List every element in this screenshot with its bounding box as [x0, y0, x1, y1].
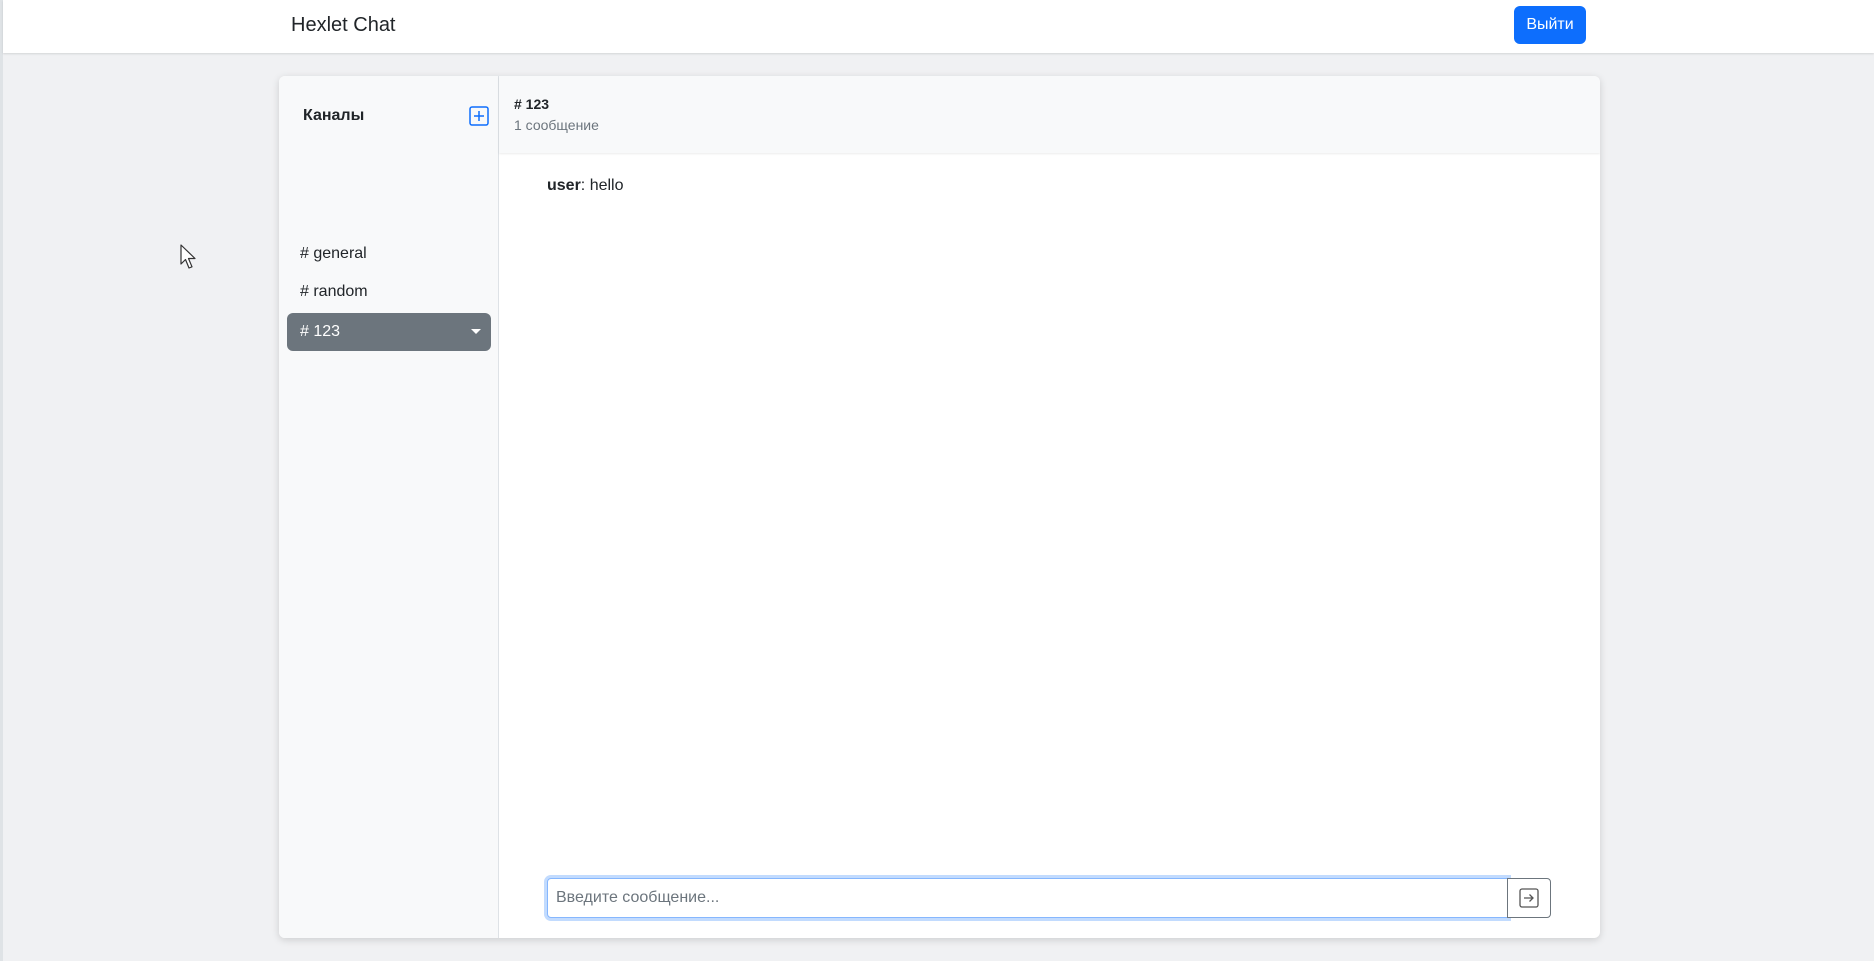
message-author: user — [547, 177, 581, 194]
message-separator: : — [580, 177, 590, 194]
message-input[interactable] — [547, 878, 1508, 918]
arrow-right-square-icon — [1519, 888, 1539, 908]
plus-square-icon — [469, 106, 489, 126]
channels-title: Каналы — [303, 107, 365, 124]
message-text: hello — [589, 177, 624, 194]
top-navbar: Hexlet Chat Выйти — [3, 0, 1874, 53]
add-channel-button[interactable] — [469, 106, 489, 126]
channel-label: # 123 — [300, 323, 341, 340]
current-channel-name: # 123 — [514, 96, 550, 112]
message-form — [547, 878, 1551, 918]
channel-label: # random — [300, 283, 368, 300]
channels-sidebar: Каналы # general # random # 123 — [279, 76, 499, 938]
chat-main: # 123 1 сообщение user: hello — [499, 76, 1600, 938]
brand-link[interactable]: Hexlet Chat — [291, 14, 396, 37]
message-item: user: hello — [547, 177, 624, 195]
mouse-pointer-icon — [180, 244, 196, 269]
chat-container: Каналы # general # random # 123 # 123 1 … — [279, 76, 1600, 938]
chat-header: # 123 1 сообщение — [499, 76, 1600, 153]
chevron-down-icon[interactable] — [471, 329, 481, 334]
message-count: 1 сообщение — [514, 117, 599, 133]
channel-item-general[interactable]: # general — [287, 235, 491, 273]
send-button[interactable] — [1507, 878, 1551, 918]
channel-item-random[interactable]: # random — [287, 273, 491, 311]
logout-button[interactable]: Выйти — [1514, 6, 1586, 44]
channel-label: # general — [300, 245, 367, 262]
app-page: Hexlet Chat Выйти Каналы # general # ran… — [0, 0, 1874, 961]
channel-item-123[interactable]: # 123 — [287, 313, 491, 351]
